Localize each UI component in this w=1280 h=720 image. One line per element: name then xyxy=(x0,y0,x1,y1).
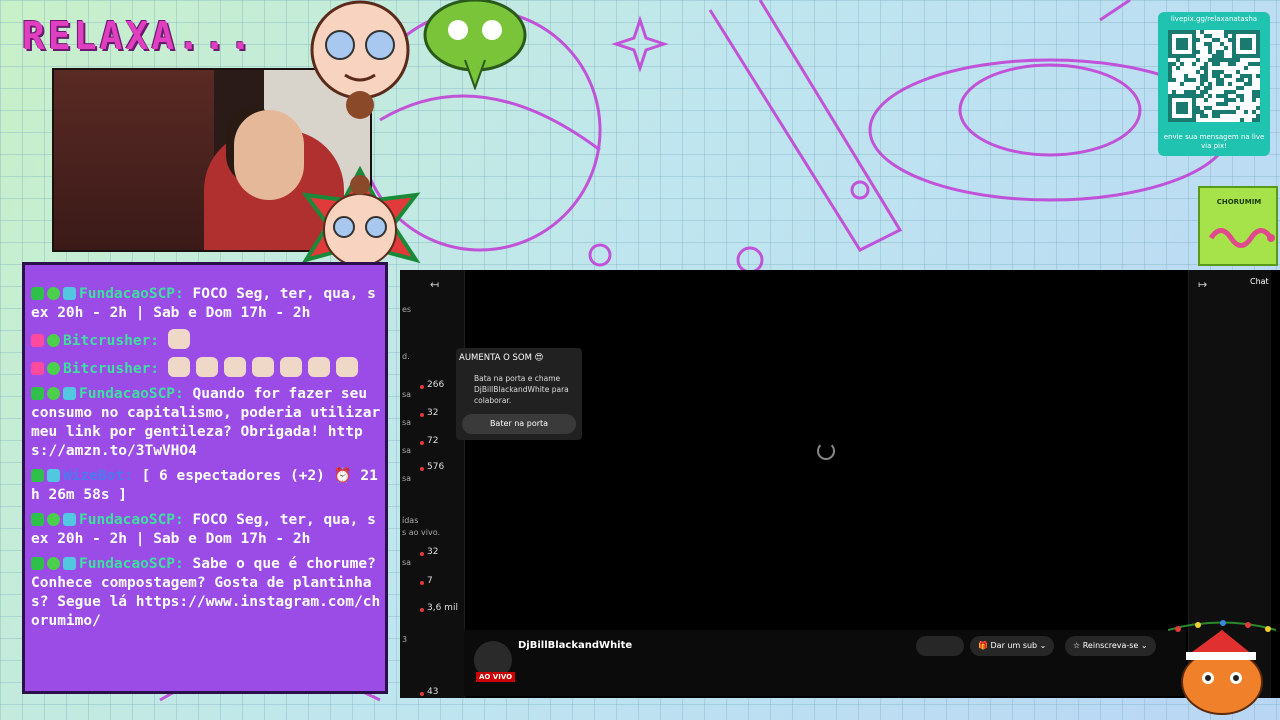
bot-badge-icon xyxy=(63,287,76,300)
green-badge-icon xyxy=(31,513,44,526)
viewer-count[interactable]: 32 xyxy=(427,408,438,418)
chat-overlay: FundacaoSCP: FOCO Seg, ter, qua, sex 20h… xyxy=(22,262,388,694)
rail-snippet: s ao vivo. xyxy=(402,528,441,537)
chorumim-logo: CHORUMIM xyxy=(1198,186,1278,266)
live-dot-icon xyxy=(420,608,424,612)
chat-username: Bitcrusher: xyxy=(63,361,160,377)
chat-message: FundacaoSCP: Sabe o que é chorume? Conhe… xyxy=(31,555,381,631)
chat-username: Bitcrusher: xyxy=(63,333,160,349)
chat-username: FundacaoSCP: xyxy=(79,286,184,302)
emote-icon xyxy=(251,357,274,377)
rail-snippet: sa xyxy=(402,418,412,427)
bot-badge-icon xyxy=(63,557,76,570)
alien-badge-icon xyxy=(47,334,60,347)
green-badge-icon xyxy=(31,287,44,300)
emote-icon xyxy=(279,357,302,377)
channel-name[interactable]: DjBillBlackandWhite xyxy=(518,640,632,651)
live-dot-icon xyxy=(420,552,424,556)
rail-snippet: sa xyxy=(402,558,412,567)
chat-username: FundacaoSCP: xyxy=(79,512,184,528)
qr-url-label: livepix.gg/relaxanatasha xyxy=(1170,15,1258,23)
chat-message: FundacaoSCP: FOCO Seg, ter, qua, sex 20h… xyxy=(31,285,381,323)
live-dot-icon xyxy=(420,581,424,585)
heart-badge-icon xyxy=(31,362,44,375)
live-dot-icon xyxy=(420,692,424,696)
chat-username: WizeBot: xyxy=(63,468,133,484)
viewer-count[interactable]: 43 xyxy=(427,687,438,697)
popup-body: Bata na porta e chame DjBillBlackandWhit… xyxy=(474,374,569,405)
chat-username: FundacaoSCP: xyxy=(79,386,184,402)
chat-message: FundacaoSCP: Quando for fazer seu consum… xyxy=(31,385,381,461)
emote-icon xyxy=(195,357,218,377)
chat-message: FundacaoSCP: FOCO Seg, ter, qua, sex 20h… xyxy=(31,511,381,549)
viewer-count[interactable]: 32 xyxy=(427,547,438,557)
gift-sub-button[interactable]: 🎁 Dar um sub ⌄ xyxy=(970,636,1055,656)
green-badge-icon xyxy=(31,557,44,570)
rail-snippet: sa xyxy=(402,474,412,483)
live-dot-icon xyxy=(420,441,424,445)
collapse-left-icon[interactable]: ↤ xyxy=(430,278,439,291)
alien-badge-icon xyxy=(47,287,60,300)
christmas-cat-sticker xyxy=(1168,620,1276,715)
alien-sticker xyxy=(423,0,527,90)
chat-message: WizeBot: [ 6 espectadores (+2) ⏰ 21h 26m… xyxy=(31,467,381,505)
blank-pill-button[interactable] xyxy=(916,636,964,656)
alien-badge-icon xyxy=(47,557,60,570)
viewer-count[interactable]: 3,6 mil xyxy=(427,603,458,613)
green-badge-icon xyxy=(31,387,44,400)
emote-icon xyxy=(167,357,190,377)
emote-icon xyxy=(223,357,246,377)
collab-popup: AUMENTA O SOM 😍 Bata na porta e chame Dj… xyxy=(456,348,582,440)
chorumim-label: CHORUMIM xyxy=(1216,198,1262,206)
rail-snippet: d. xyxy=(402,352,410,361)
rail-snippet: sa xyxy=(402,446,412,455)
chat-message-list: FundacaoSCP: FOCO Seg, ter, qua, sex 20h… xyxy=(31,285,381,637)
emote-icon xyxy=(335,357,358,377)
rail-snippet: sa xyxy=(402,390,412,399)
livepix-qr-widget: livepix.gg/relaxanatasha envie sua mensa… xyxy=(1158,12,1270,156)
bot-badge-icon xyxy=(63,387,76,400)
viewer-count[interactable]: 266 xyxy=(427,380,444,390)
qr-caption: envie sua mensagem na live via pix! xyxy=(1163,133,1265,150)
streamer-head xyxy=(234,110,304,200)
chat-message: Bitcrusher: xyxy=(31,357,381,379)
alien-badge-icon xyxy=(47,362,60,375)
green-badge-icon xyxy=(31,469,44,482)
loading-spinner-icon xyxy=(817,442,835,460)
heart-badge-icon xyxy=(31,334,44,347)
knock-door-button[interactable]: Bater na porta xyxy=(462,414,576,434)
rail-snippet: es xyxy=(402,305,412,314)
live-dot-icon xyxy=(420,467,424,471)
subscribe-button[interactable]: ☆ Reinscreva-se ⌄ xyxy=(1065,636,1156,656)
gift-sub-label: Dar um sub xyxy=(990,641,1038,650)
popup-title: AUMENTA O SOM 😍 xyxy=(459,353,544,363)
chat-message: Bitcrusher: xyxy=(31,329,381,351)
alien-badge-icon xyxy=(47,387,60,400)
live-badge: AO VIVO xyxy=(476,672,516,682)
emote-icon xyxy=(307,357,330,377)
overlay-title: RELAXA... xyxy=(22,14,255,58)
face-sticker-top xyxy=(310,0,410,119)
emote-icon xyxy=(167,329,190,349)
chat-tab-label[interactable]: Chat xyxy=(1250,277,1269,286)
rail-snippet: 3 xyxy=(402,635,408,644)
live-list-sidebar xyxy=(400,270,465,698)
expand-right-icon[interactable]: ↦ xyxy=(1198,278,1207,291)
live-dot-icon xyxy=(420,385,424,389)
rail-snippet: ídas xyxy=(402,516,419,525)
viewer-count[interactable]: 576 xyxy=(427,462,444,472)
bot-badge-icon xyxy=(47,469,60,482)
live-dot-icon xyxy=(420,413,424,417)
bookshelf xyxy=(54,70,214,250)
alien-badge-icon xyxy=(47,513,60,526)
subscribe-label: Reinscreva-se xyxy=(1082,641,1139,650)
chat-username: FundacaoSCP: xyxy=(79,556,184,572)
qr-code xyxy=(1168,30,1260,122)
worm-icon xyxy=(1208,228,1275,248)
viewer-count[interactable]: 72 xyxy=(427,436,438,446)
viewer-count[interactable]: 7 xyxy=(427,576,433,586)
bot-badge-icon xyxy=(63,513,76,526)
